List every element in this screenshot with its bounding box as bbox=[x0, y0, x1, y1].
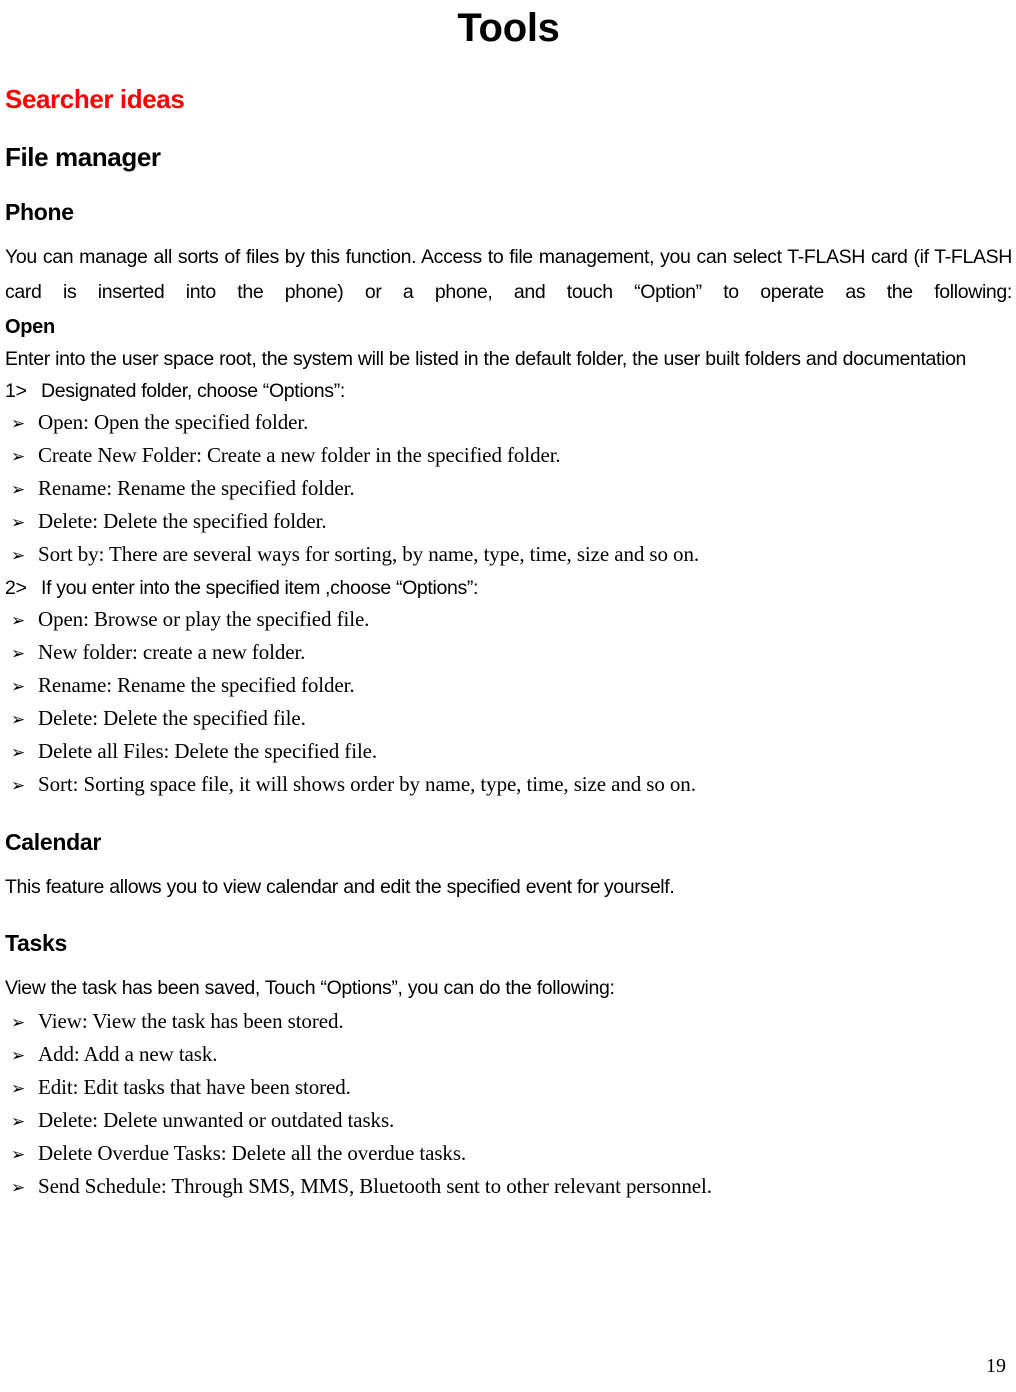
document-page: Tools Searcher ideas File manager Phone … bbox=[0, 0, 1016, 1392]
section-heading-tasks: Tasks bbox=[5, 930, 68, 956]
list-item-label: Delete all Files: Delete the specified f… bbox=[38, 739, 378, 763]
list-item-label: Add: Add a new task. bbox=[38, 1042, 218, 1066]
step-1-text: Designated folder, choose “Options”: bbox=[41, 380, 345, 402]
list-item: ➢ Rename: Rename the specified folder. bbox=[5, 670, 1012, 703]
bullet-arrow-icon: ➢ bbox=[11, 1112, 26, 1132]
list-item: ➢ Delete: Delete unwanted or outdated tas… bbox=[5, 1105, 1012, 1138]
tasks-bullet-list: ➢ View: View the task has been stored. ➢ Ad… bbox=[5, 1006, 1012, 1204]
bullet-arrow-icon: ➢ bbox=[11, 1145, 26, 1165]
list-item-label: Delete: Delete unwanted or outdated task… bbox=[38, 1108, 395, 1132]
calendar-body-paragraph: This feature allows you to view calendar… bbox=[5, 876, 675, 898]
list-item: ➢ Edit: Edit tasks that have been stored. bbox=[5, 1072, 1012, 1105]
list-item: ➢ Open: Open the specified folder. bbox=[5, 407, 1012, 440]
step-1-number: 1> bbox=[5, 380, 27, 402]
list-item-label: Sort: Sorting space file, it will shows … bbox=[38, 772, 696, 796]
phone-intro-paragraph: You can manage all sorts of files by thi… bbox=[5, 246, 1012, 303]
bullet-arrow-icon: ➢ bbox=[11, 1046, 26, 1066]
step-item-1: 1> Designated folder, choose “Options”: bbox=[5, 375, 1012, 407]
list-item-label: Delete: Delete the specified folder. bbox=[38, 509, 327, 533]
bullet-arrow-icon: ➢ bbox=[11, 743, 26, 763]
list-item-label: Sort by: There are several ways for sort… bbox=[38, 542, 699, 566]
bullet-arrow-icon: ➢ bbox=[11, 611, 26, 631]
list-item: ➢ Sort: Sorting space file, it will shows… bbox=[5, 769, 1012, 802]
step-2-bullet-list: ➢ Open: Browse or play the specified file… bbox=[5, 604, 1012, 802]
bullet-arrow-icon: ➢ bbox=[11, 480, 26, 500]
list-item: ➢ Delete Overdue Tasks: Delete all the ov… bbox=[5, 1138, 1012, 1171]
list-item: ➢ Rename: Rename the specified folder. bbox=[5, 473, 1012, 506]
list-item-label: New folder: create a new folder. bbox=[38, 640, 306, 664]
bullet-arrow-icon: ➢ bbox=[11, 644, 26, 664]
page-title: Tools bbox=[457, 6, 560, 50]
list-item-label: Edit: Edit tasks that have been stored. bbox=[38, 1075, 351, 1099]
bullet-arrow-icon: ➢ bbox=[11, 1079, 26, 1099]
list-item-label: Send Schedule: Through SMS, MMS, Bluetoo… bbox=[38, 1174, 712, 1198]
list-item-label: Delete Overdue Tasks: Delete all the ove… bbox=[38, 1141, 467, 1165]
bullet-arrow-icon: ➢ bbox=[11, 546, 26, 566]
list-item: ➢ Delete all Files: Delete the specified … bbox=[5, 736, 1012, 769]
list-item: ➢ Open: Browse or play the specified file… bbox=[5, 604, 1012, 637]
list-item: ➢ Delete: Delete the specified folder. bbox=[5, 506, 1012, 539]
list-item: ➢ Create New Folder: Create a new folder … bbox=[5, 440, 1012, 473]
list-item-label: Create New Folder: Create a new folder i… bbox=[38, 443, 561, 467]
bullet-arrow-icon: ➢ bbox=[11, 447, 26, 467]
section-heading-searcher-ideas: Searcher ideas bbox=[5, 84, 185, 114]
list-item-label: Delete: Delete the specified file. bbox=[38, 706, 306, 730]
bullet-arrow-icon: ➢ bbox=[11, 776, 26, 796]
step-2-text: If you enter into the specified item ,ch… bbox=[41, 577, 479, 599]
page-content: Tools Searcher ideas File manager Phone … bbox=[5, 0, 1012, 1204]
section-heading-calendar: Calendar bbox=[5, 829, 102, 855]
bullet-arrow-icon: ➢ bbox=[11, 1013, 26, 1033]
section-heading-file-manager: File manager bbox=[5, 142, 161, 172]
step-1-bullet-list: ➢ Open: Open the specified folder. ➢ Create… bbox=[5, 407, 1012, 572]
list-item: ➢ Delete: Delete the specified file. bbox=[5, 703, 1012, 736]
list-item-label: Rename: Rename the specified folder. bbox=[38, 673, 355, 697]
list-item: ➢ View: View the task has been stored. bbox=[5, 1006, 1012, 1039]
list-item: ➢ Sort by: There are several ways for sor… bbox=[5, 539, 1012, 572]
list-item-label: Rename: Rename the specified folder. bbox=[38, 476, 355, 500]
bullet-arrow-icon: ➢ bbox=[11, 1178, 26, 1198]
list-item: ➢ New folder: create a new folder. bbox=[5, 637, 1012, 670]
bullet-arrow-icon: ➢ bbox=[11, 513, 26, 533]
bullet-arrow-icon: ➢ bbox=[11, 677, 26, 697]
list-item-label: View: View the task has been stored. bbox=[38, 1009, 344, 1033]
list-item-label: Open: Browse or play the specified file. bbox=[38, 607, 370, 631]
bullet-arrow-icon: ➢ bbox=[11, 414, 26, 434]
subsection-heading-phone: Phone bbox=[5, 199, 74, 225]
step-2-number: 2> bbox=[5, 577, 27, 599]
bullet-arrow-icon: ➢ bbox=[11, 710, 26, 730]
list-item: ➢ Send Schedule: Through SMS, MMS, Blueto… bbox=[5, 1171, 1012, 1204]
list-item-label: Open: Open the specified folder. bbox=[38, 410, 309, 434]
tasks-intro-paragraph: View the task has been saved, Touch “Opt… bbox=[5, 977, 615, 999]
list-item: ➢ Add: Add a new task. bbox=[5, 1039, 1012, 1072]
open-body-paragraph: Enter into the user space root, the syst… bbox=[5, 348, 967, 370]
page-number: 19 bbox=[986, 1355, 1006, 1377]
step-item-2: 2> If you enter into the specified item … bbox=[5, 572, 1012, 604]
open-label: Open bbox=[5, 316, 55, 338]
